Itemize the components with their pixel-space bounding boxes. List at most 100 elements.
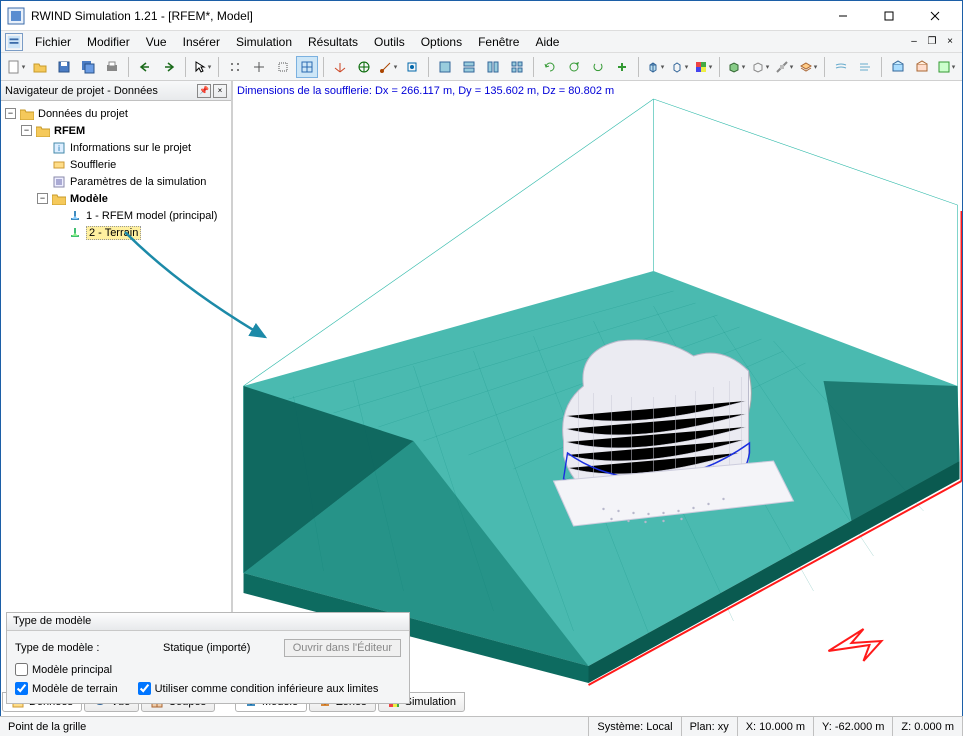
north-arrow-icon [829,629,882,661]
tool-print[interactable] [101,56,123,78]
tool-open[interactable] [29,56,51,78]
tool-window-3[interactable] [482,56,504,78]
close-button[interactable] [912,2,958,30]
tree-model-2-terrain[interactable]: 2 - Terrain [3,224,229,241]
tool-view-1[interactable] [887,56,909,78]
model-type-panel: Type de modèle Type de modèle : Statique… [6,612,410,704]
tool-grid-2[interactable] [248,56,270,78]
tree-root[interactable]: − Données du projet [3,105,229,122]
status-z: Z: 0.000 m [893,717,963,736]
status-x: X: 10.000 m [738,717,814,736]
tool-axis-3[interactable] [377,56,399,78]
tool-window-1[interactable] [434,56,456,78]
wind-tunnel-icon [51,158,67,172]
tree-modele[interactable]: − Modèle [3,190,229,207]
svg-text:i: i [58,144,60,153]
maximize-button[interactable] [866,2,912,30]
menu-fichier[interactable]: Fichier [27,33,79,51]
tool-color[interactable] [692,56,714,78]
menubar: Fichier Modifier Vue Insérer Simulation … [1,31,962,53]
window-title: RWIND Simulation 1.21 - [RFEM*, Model] [31,9,820,23]
chk-terrain[interactable]: Modèle de terrain [15,682,118,695]
tool-saveall[interactable] [77,56,99,78]
app-icon [7,7,25,25]
project-navigator: Navigateur de projet - Données 📌 × − Don… [1,81,233,695]
menu-fenetre[interactable]: Fenêtre [470,33,527,51]
tool-refresh-1[interactable] [539,56,561,78]
3d-viewport[interactable]: Dimensions de la soufflerie: Dx = 266.11… [233,81,962,695]
settings-icon [51,175,67,189]
status-message: Point de la grille [0,717,589,736]
minimize-button[interactable] [820,2,866,30]
menu-options[interactable]: Options [413,33,470,51]
tree-rfem[interactable]: − RFEM [3,122,229,139]
menu-outils[interactable]: Outils [366,33,413,51]
chk-condition[interactable]: Utiliser comme condition inférieure aux … [138,682,379,695]
menu-aide[interactable]: Aide [527,33,567,51]
tool-save[interactable] [53,56,75,78]
expand-icon[interactable]: − [37,193,48,204]
tool-axis-2[interactable] [353,56,375,78]
navigator-header: Navigateur de projet - Données 📌 × [1,81,231,101]
tree-model-1[interactable]: 1 - RFEM model (principal) [3,207,229,224]
tool-refresh-4[interactable] [611,56,633,78]
folder-icon [19,107,35,121]
tool-window-2[interactable] [458,56,480,78]
terrain-icon [67,226,83,240]
toolbar [1,53,962,81]
tool-slice[interactable] [773,56,795,78]
tool-layers[interactable] [797,56,819,78]
mdi-minimize[interactable]: – [906,36,922,47]
tool-view-3[interactable] [935,56,957,78]
model-icon [67,209,83,223]
tree-info[interactable]: i Informations sur le projet [3,139,229,156]
model-type-label: Type de modèle : [15,642,155,654]
navigator-title: Navigateur de projet - Données [5,85,158,97]
status-plan: Plan: xy [682,717,738,736]
tool-view-2[interactable] [911,56,933,78]
open-editor-button[interactable]: Ouvrir dans l'Éditeur [284,639,401,657]
tool-wind-1[interactable] [830,56,852,78]
tool-window-4[interactable] [506,56,528,78]
scene-svg [233,81,962,695]
folder-icon [51,192,67,206]
menu-inserer[interactable]: Insérer [175,33,228,51]
tool-new[interactable] [5,56,27,78]
tool-wind-2[interactable] [854,56,876,78]
menu-simulation[interactable]: Simulation [228,33,300,51]
status-y: Y: -62.000 m [814,717,893,736]
tool-axis-1[interactable] [329,56,351,78]
menu-resultats[interactable]: Résultats [300,33,366,51]
tool-grid-1[interactable] [224,56,246,78]
mdi-close[interactable]: × [942,36,958,47]
tool-3d-2[interactable] [749,56,771,78]
tool-refresh-2[interactable] [563,56,585,78]
expand-icon[interactable]: − [5,108,16,119]
menu-modifier[interactable]: Modifier [79,33,138,51]
tool-refresh-3[interactable] [587,56,609,78]
project-tree[interactable]: − Données du projet − RFEM i Information… [1,101,231,695]
tool-select[interactable] [191,56,213,78]
model-type-value: Statique (importé) [163,642,276,654]
tree-params[interactable]: Paramètres de la simulation [3,173,229,190]
tunnel-dimensions-label: Dimensions de la soufflerie: Dx = 266.11… [237,85,614,97]
tool-grid-3[interactable] [272,56,294,78]
tool-redo[interactable] [158,56,180,78]
navigator-close-icon[interactable]: × [213,84,227,98]
tool-grid-4[interactable] [296,56,318,78]
navigator-pin-icon[interactable]: 📌 [197,84,211,98]
folder-icon [35,124,51,138]
chk-principal[interactable]: Modèle principal [15,663,112,676]
expand-icon[interactable]: − [21,125,32,136]
tool-axis-4[interactable] [401,56,423,78]
tree-soufflerie[interactable]: Soufflerie [3,156,229,173]
mdi-restore[interactable]: ❐ [924,36,940,47]
titlebar: RWIND Simulation 1.21 - [RFEM*, Model] [1,1,962,31]
status-system: Système: Local [589,717,681,736]
menu-vue[interactable]: Vue [138,33,175,51]
model-type-title: Type de modèle [7,613,409,631]
tool-cube-1[interactable] [644,56,666,78]
tool-cube-2[interactable] [668,56,690,78]
tool-3d-1[interactable] [725,56,747,78]
tool-undo[interactable] [134,56,156,78]
